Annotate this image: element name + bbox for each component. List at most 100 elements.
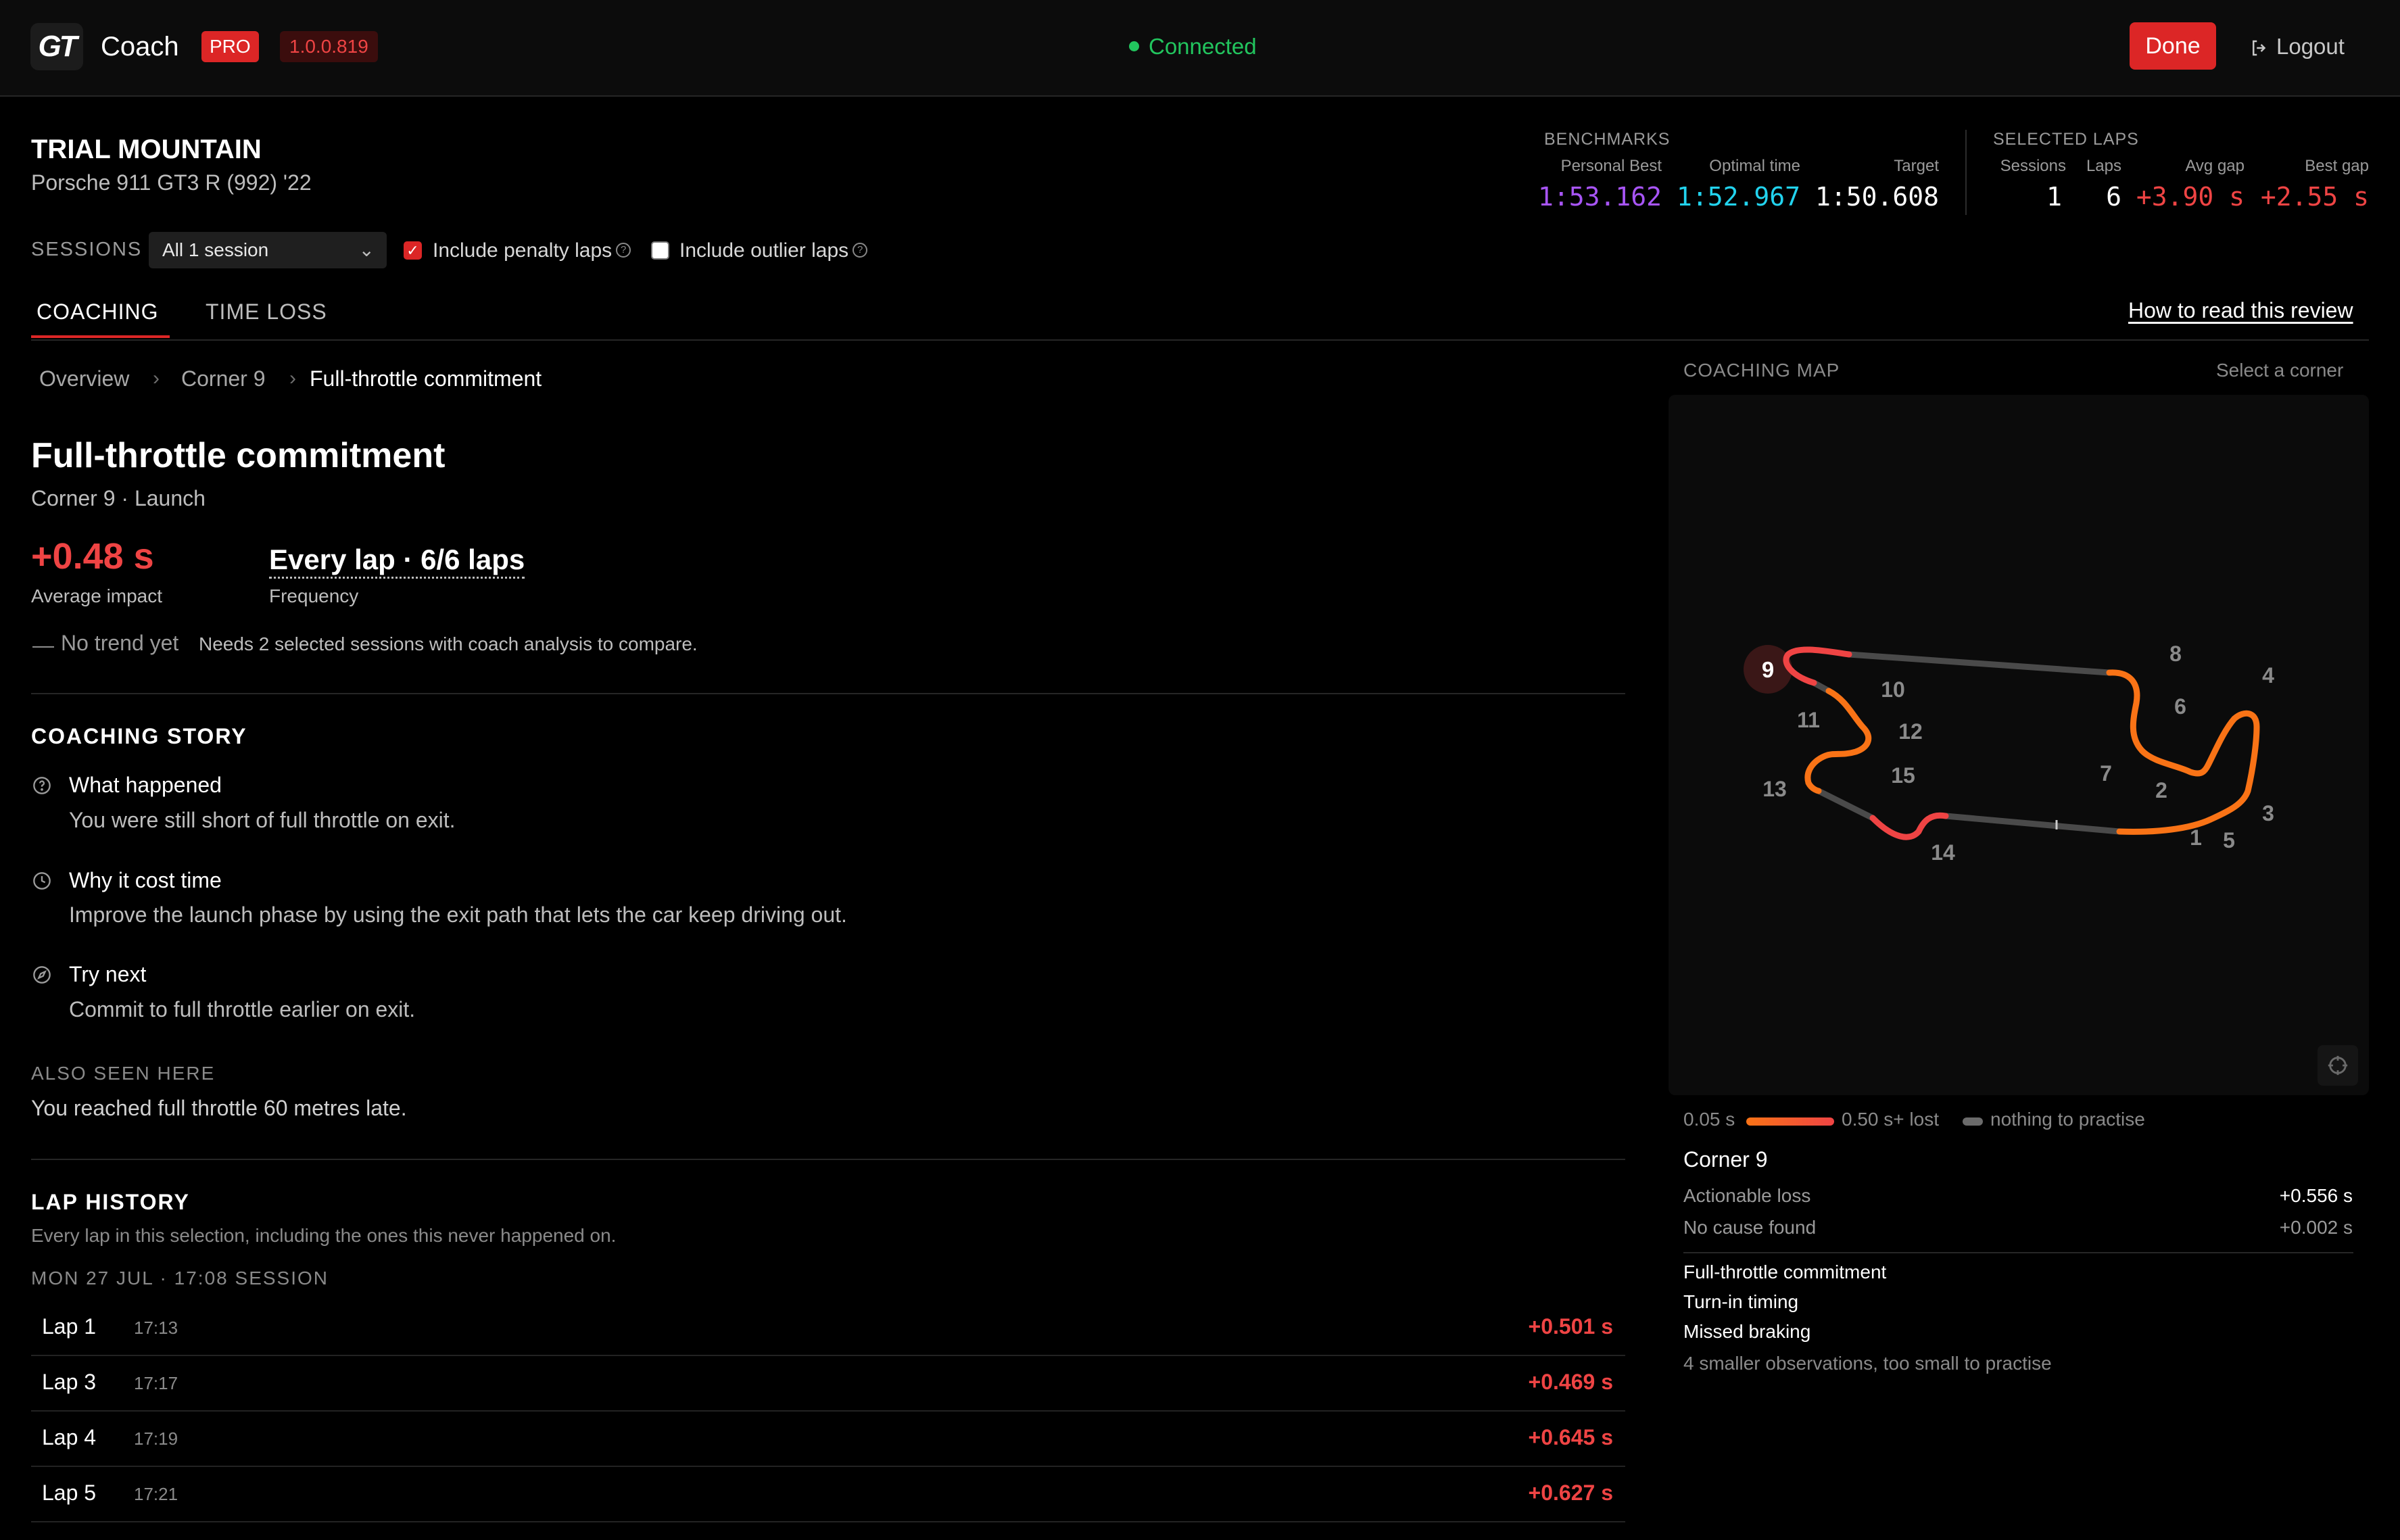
observation-item[interactable]: Full-throttle commitment	[1683, 1261, 1886, 1283]
benchmarks-label: BENCHMARKS	[1544, 130, 1671, 149]
lap-row[interactable]: Lap 1 17:13 +0.501 s	[31, 1301, 1625, 1356]
corner-number-11[interactable]: 11	[1797, 708, 1820, 732]
sessions-count-label: Sessions	[2000, 157, 2066, 175]
session-select-value: All 1 session	[162, 239, 269, 260]
corner-number-2[interactable]: 2	[2155, 778, 2167, 802]
lap-history-heading: LAP HISTORY	[31, 1190, 190, 1214]
also-seen-label: ALSO SEEN HERE	[31, 1063, 216, 1084]
tabs-divider	[31, 339, 2369, 341]
track-segment[interactable]	[1869, 812, 1949, 840]
breadcrumb-corner[interactable]: Corner 9	[181, 365, 266, 392]
frequency-value[interactable]: Every lap · 6/6 laps	[269, 543, 525, 579]
section-divider	[31, 1159, 1625, 1160]
corner-number-1[interactable]: 1	[2190, 825, 2202, 850]
story-text-what-happened: You were still short of full throttle on…	[69, 808, 456, 832]
recenter-map-button[interactable]	[2318, 1045, 2358, 1086]
lap-time: 17:13	[134, 1318, 178, 1338]
lap-row[interactable]: Lap 3 17:17 +0.469 s	[31, 1356, 1625, 1412]
corner-number-12[interactable]: 12	[1898, 719, 1923, 744]
corner-number-14[interactable]: 14	[1931, 840, 1955, 865]
active-tab-indicator	[31, 335, 170, 338]
laps-count-value: 6	[2106, 182, 2121, 212]
lap-gap: +0.627 s	[1528, 1481, 1613, 1505]
corner-number-5[interactable]: 5	[2223, 828, 2235, 852]
legend-neutral-label: nothing to practise	[1990, 1109, 2145, 1130]
legend-neutral-swatch	[1963, 1117, 1983, 1126]
penalty-laps-text: Include penalty laps	[433, 239, 613, 262]
lap-row[interactable]: Lap 5 17:21 +0.627 s	[31, 1467, 1625, 1522]
help-icon[interactable]: ?	[853, 243, 868, 258]
legend-max-label: 0.50 s+ lost	[1842, 1109, 1939, 1130]
connection-status: Connected	[1129, 31, 1257, 62]
tab-coaching[interactable]: COACHING	[37, 298, 158, 325]
chevron-right-icon: ›	[153, 367, 160, 389]
corner-number-6[interactable]: 6	[2174, 694, 2186, 719]
corner-number-10[interactable]: 10	[1881, 677, 1905, 702]
crosshair-icon	[2328, 1055, 2348, 1076]
outlier-laps-checkbox[interactable]	[651, 241, 669, 260]
observation-item[interactable]: Turn-in timing	[1683, 1291, 1798, 1313]
story-text-try-next: Commit to full throttle earlier on exit.	[69, 997, 416, 1021]
no-cause-label: No cause found	[1683, 1217, 1817, 1238]
coaching-story-heading: COACHING STORY	[31, 724, 247, 748]
story-text-why-cost: Improve the launch phase by using the ex…	[69, 903, 847, 927]
app-title: Coach	[101, 32, 179, 62]
lap-time: 17:17	[134, 1373, 178, 1393]
tab-time-loss[interactable]: TIME LOSS	[206, 298, 327, 325]
section-divider	[31, 693, 1625, 694]
lap-time: 17:19	[134, 1428, 178, 1449]
corner-number-9[interactable]: 9	[1762, 657, 1774, 682]
lap-name: Lap 5	[42, 1481, 97, 1505]
corner-detail-divider	[1683, 1252, 2353, 1253]
outlier-laps-text: Include outlier laps	[679, 239, 849, 262]
track-segment[interactable]	[1846, 651, 2113, 676]
breadcrumb-overview[interactable]: Overview	[39, 365, 129, 392]
legend-min-label: 0.05 s	[1683, 1109, 1735, 1130]
legend-gradient	[1746, 1117, 1834, 1126]
observation-item[interactable]: Missed braking	[1683, 1321, 1810, 1343]
trend-label: No trend yet	[61, 631, 179, 655]
corner-number-15[interactable]: 15	[1891, 763, 1915, 788]
car-name: Porsche 911 GT3 R (992) '22	[31, 170, 312, 195]
chevron-down-icon: ⌄	[358, 239, 375, 260]
logout-button[interactable]: Logout	[2248, 31, 2345, 62]
session-select[interactable]: All 1 session ⌄	[149, 232, 387, 268]
frequency-label: Frequency	[269, 585, 359, 606]
corner-number-8[interactable]: 8	[2169, 642, 2182, 666]
outlier-laps-label: Include outlier laps?	[679, 238, 868, 264]
track-segment[interactable]	[1815, 788, 1876, 821]
corner-number-7[interactable]: 7	[2100, 761, 2112, 786]
penalty-laps-checkbox[interactable]: ✓	[404, 241, 422, 260]
corner-number-3[interactable]: 3	[2262, 801, 2274, 825]
corner-number-4[interactable]: 4	[2262, 663, 2274, 688]
sessions-count-value: 1	[2046, 182, 2062, 212]
select-corner-hint: Select a corner	[2216, 360, 2344, 381]
avg-gap-label: Avg gap	[2185, 157, 2245, 175]
actionable-loss-label: Actionable loss	[1683, 1185, 1811, 1206]
page-title: Full-throttle commitment	[31, 436, 446, 475]
average-impact-value: +0.48 s	[31, 536, 154, 577]
target-label: Target	[1894, 157, 1939, 175]
version-badge: 1.0.0.819	[280, 31, 378, 62]
status-dot-icon	[1129, 41, 1139, 51]
done-button[interactable]: Done	[2130, 22, 2216, 70]
corner-number-13[interactable]: 13	[1762, 777, 1787, 801]
lap-time: 17:21	[134, 1484, 178, 1504]
pro-badge: PRO	[201, 31, 259, 62]
lap-gap: +0.501 s	[1528, 1314, 1613, 1339]
coaching-map[interactable]: 9 1 2 3 4 5 6 7 8 10 11 12 13 14 15	[1669, 395, 2369, 1095]
how-to-read-link[interactable]: How to read this review	[2128, 298, 2353, 323]
story-title-try-next: Try next	[69, 962, 147, 986]
best-gap-value: +2.55 s	[2260, 182, 2369, 212]
no-cause-value: +0.002 s	[2279, 1217, 2353, 1238]
track-segment[interactable]	[1942, 813, 2123, 835]
track-segment[interactable]	[1804, 688, 1872, 794]
top-bar: GT Coach PRO 1.0.0.819 Connected Done Lo…	[0, 0, 2400, 97]
best-gap-label: Best gap	[2305, 157, 2369, 175]
help-icon[interactable]: ?	[616, 243, 631, 258]
sessions-filter-label: SESSIONS	[31, 239, 143, 260]
lap-row[interactable]: Lap 4 17:19 +0.645 s	[31, 1412, 1625, 1467]
track-map[interactable]: 9 1 2 3 4 5 6 7 8 10 11 12 13 14 15	[1669, 395, 2369, 1095]
track-segment-corner-9[interactable]	[1783, 646, 1852, 686]
selected-laps-label: SELECTED LAPS	[1993, 130, 2139, 149]
